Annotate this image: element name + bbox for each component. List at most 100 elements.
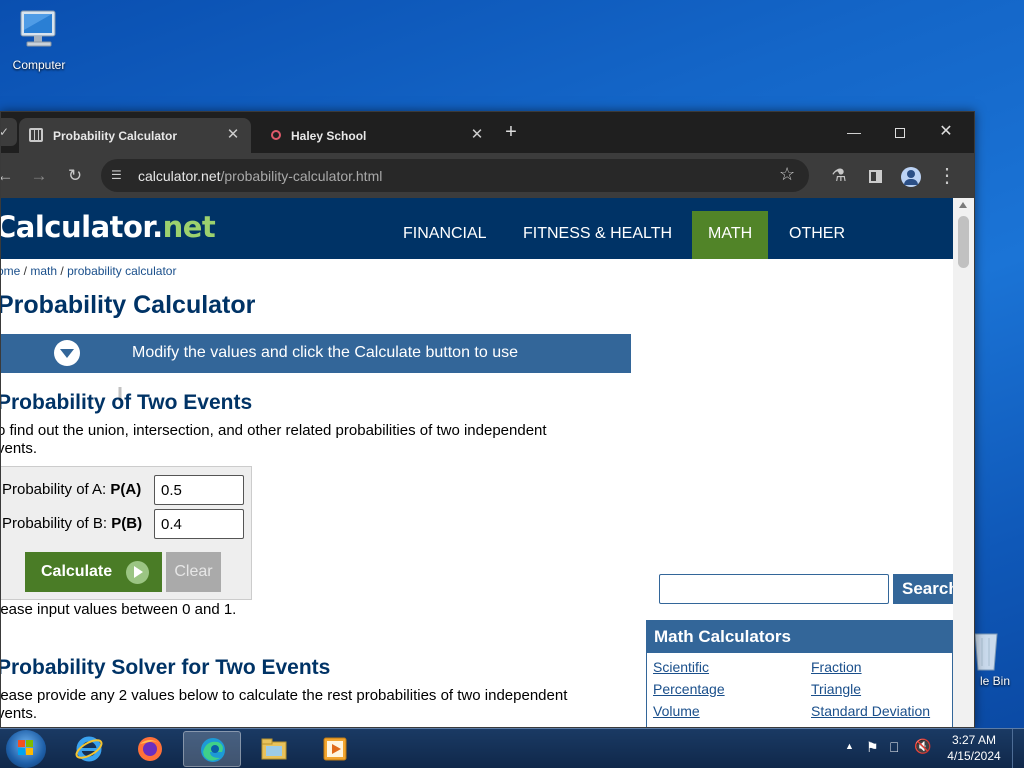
recycle-bin-label: le Bin [979, 674, 1011, 688]
taskbar-media-player[interactable] [306, 731, 364, 767]
start-button[interactable] [6, 730, 46, 768]
network-icon[interactable]: ⎕ [890, 739, 898, 756]
show-desktop-button[interactable] [1012, 729, 1024, 768]
nav-other[interactable]: OTHER [773, 211, 861, 259]
browser-window: ✓ Probability Calculator ✕ Haley School … [0, 111, 975, 728]
label-bold: P(B) [111, 515, 143, 532]
tab-label: Probability Calculator [53, 129, 178, 143]
breadcrumb-math[interactable]: math [30, 264, 57, 278]
new-tab-icon[interactable]: + [493, 112, 529, 152]
site-logo[interactable]: Calculator.net [1, 210, 216, 244]
tab-close-icon[interactable]: ✕ [225, 127, 241, 143]
computer-icon [17, 8, 61, 54]
math-calculators-panel: Math Calculators Scientific Percentage V… [646, 620, 953, 727]
tray-expand-icon[interactable]: ▲ [845, 741, 854, 751]
tab-search-chevron-icon[interactable]: ✓ [1, 118, 17, 146]
reload-icon[interactable]: ↻ [61, 162, 89, 190]
nav-fitness-health[interactable]: FITNESS & HEALTH [507, 211, 688, 259]
tab-close-icon[interactable]: ✕ [469, 127, 485, 143]
menu-kebab-icon[interactable]: ⋮ [933, 162, 961, 190]
link-standard-deviation[interactable]: Standard Deviation [811, 703, 930, 719]
system-clock[interactable]: 3:27 AM 4/15/2024 [944, 732, 1004, 764]
volume-muted-icon[interactable]: 🔇 [914, 738, 931, 755]
calculate-label: Calculate [41, 563, 113, 580]
url-path: /probability-calculator.html [220, 168, 383, 184]
link-percentage[interactable]: Percentage [653, 681, 725, 697]
back-arrow-icon[interactable]: ← [1, 162, 19, 190]
maximize-icon[interactable] [877, 112, 923, 152]
url-text: calculator.net/probability-calculator.ht… [138, 168, 382, 184]
label-probability-b: Probability of B: P(B) [2, 515, 142, 532]
taskbar-internet-explorer[interactable] [60, 731, 118, 767]
link-scientific[interactable]: Scientific [653, 659, 709, 675]
bookmark-star-icon[interactable]: ☆ [779, 164, 795, 185]
section-title-solver: Probability Solver for Two Events [1, 656, 331, 679]
text-cursor-icon [118, 387, 122, 401]
scroll-thumb[interactable] [958, 216, 969, 268]
edge-icon [201, 738, 225, 762]
clear-button[interactable]: Clear [166, 552, 221, 592]
forward-arrow-icon[interactable]: → [25, 162, 53, 190]
profile-avatar-icon[interactable] [897, 162, 925, 190]
folder-icon [261, 738, 287, 760]
clock-date: 4/15/2024 [947, 749, 1001, 763]
close-window-icon[interactable]: ✕ [923, 112, 969, 152]
haley-favicon-icon [271, 130, 281, 140]
chevron-down-circle-icon[interactable] [54, 340, 80, 366]
link-triangle[interactable]: Triangle [811, 681, 861, 697]
scroll-up-icon[interactable] [959, 202, 967, 208]
internet-explorer-icon [75, 736, 103, 762]
site-search-input[interactable] [659, 574, 889, 604]
input-hint: lease input values between 0 and 1. [1, 601, 237, 618]
clock-time: 3:27 AM [951, 733, 997, 747]
address-bar[interactable]: ☰ calculator.net/probability-calculator.… [101, 159, 809, 192]
desktop-icon-computer[interactable]: Computer [6, 8, 72, 72]
taskbar-firefox[interactable] [121, 731, 179, 767]
desc-line: vents. [1, 440, 38, 457]
web-page: Calculator.net FINANCIAL FITNESS & HEALT… [1, 198, 953, 727]
calculate-button[interactable]: Calculate [25, 552, 162, 592]
breadcrumb: ome / math / probability calculator [1, 264, 176, 278]
breadcrumb-home[interactable]: ome [1, 264, 20, 278]
site-info-icon[interactable]: ☰ [111, 168, 127, 182]
firefox-icon [138, 737, 162, 761]
label-probability-a: Probability of A: P(A) [2, 481, 141, 498]
page-title: Probability Calculator [1, 291, 256, 319]
taskbar-edge[interactable] [183, 731, 241, 767]
link-fraction[interactable]: Fraction [811, 659, 862, 675]
url-host: calculator.net [138, 168, 221, 184]
section-description: o find out the union, intersection, and … [1, 422, 617, 458]
page-scrollbar[interactable] [953, 198, 974, 727]
link-volume[interactable]: Volume [653, 703, 700, 719]
desc-line: lease provide any 2 values below to calc… [1, 687, 568, 704]
probability-a-input[interactable] [154, 475, 244, 505]
tab-haley-school[interactable]: Haley School ✕ [257, 118, 495, 153]
tab-probability-calculator[interactable]: Probability Calculator ✕ [19, 118, 251, 153]
nav-math[interactable]: MATH [692, 211, 768, 259]
logo-main: Calculator. [1, 210, 163, 244]
computer-label: Computer [12, 58, 66, 72]
desc-line: o find out the union, intersection, and … [1, 422, 547, 439]
section-title-two-events: Probability of Two Events [1, 391, 253, 414]
breadcrumb-current[interactable]: probability calculator [67, 264, 176, 278]
tab-strip: ✓ Probability Calculator ✕ Haley School … [1, 112, 974, 153]
browser-toolbar: ← → ↻ ☰ calculator.net/probability-calcu… [1, 153, 974, 198]
action-center-flag-icon[interactable]: ⚑ [866, 739, 879, 756]
minimize-icon[interactable]: ― [831, 112, 877, 152]
labs-flask-icon[interactable]: ⚗ [825, 162, 853, 190]
banner-text: Modify the values and click the Calculat… [132, 344, 518, 361]
desc-line: vents. [1, 705, 38, 722]
side-panel-icon[interactable] [861, 162, 889, 190]
search-button[interactable]: Search [893, 574, 953, 604]
instruction-banner[interactable]: Modify the values and click the Calculat… [1, 334, 631, 373]
nav-financial[interactable]: FINANCIAL [387, 211, 503, 259]
taskbar: ▲ ⚑ ⎕ 🔇 3:27 AM 4/15/2024 [0, 728, 1024, 768]
recycle-bin-icon [972, 630, 1000, 674]
label-text: Probability of A: [2, 481, 107, 498]
label-bold: P(A) [110, 481, 142, 498]
probability-b-input[interactable] [154, 509, 244, 539]
taskbar-file-explorer[interactable] [245, 731, 303, 767]
calculator-favicon-icon [29, 128, 43, 142]
label-text: Probability of B: [2, 515, 108, 532]
site-header: Calculator.net FINANCIAL FITNESS & HEALT… [1, 198, 953, 259]
